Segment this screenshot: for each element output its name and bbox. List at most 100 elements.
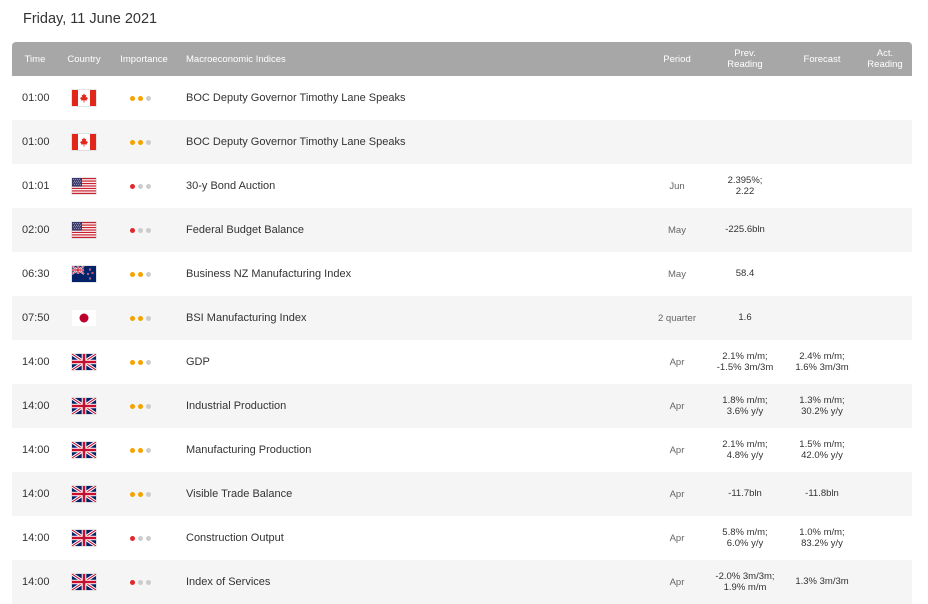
event-time: 14:00 bbox=[22, 356, 50, 368]
event-actual-reading bbox=[862, 472, 908, 516]
table-row[interactable]: 01:00 BOC Deputy Governor Timothy Lane Sp… bbox=[12, 120, 912, 164]
event-forecast bbox=[787, 208, 857, 252]
table-row[interactable]: 14:00 Visible Trade Balance Apr -11.7bln -11… bbox=[12, 472, 912, 516]
event-name[interactable]: 30-y Bond Auction bbox=[186, 164, 626, 208]
header-period: Period bbox=[663, 53, 691, 65]
event-name[interactable]: BSI Manufacturing Index bbox=[186, 296, 626, 340]
event-time: 14:00 bbox=[22, 400, 50, 412]
importance-dot bbox=[146, 579, 151, 585]
event-period: 2 quarter bbox=[657, 312, 697, 324]
table-body: 01:00 BOC Deputy Governor Timothy Lane Sp… bbox=[12, 76, 912, 604]
event-forecast: 1.0% m/m; 83.2% y/y bbox=[799, 526, 845, 550]
table-row[interactable]: 14:00 Industrial Production Apr 1.8% m/m; 3… bbox=[12, 384, 912, 428]
us-flag-icon bbox=[71, 164, 97, 208]
importance-dot bbox=[138, 491, 143, 497]
event-period: May bbox=[668, 268, 686, 280]
table-row[interactable]: 01:00 BOC Deputy Governor Timothy Lane Sp… bbox=[12, 76, 912, 120]
event-prev-reading bbox=[712, 76, 778, 120]
event-prev-reading: 2.395%; 2.22 bbox=[727, 174, 763, 198]
economic-calendar-table: Time Country Importance Macroeconomic In… bbox=[12, 42, 912, 604]
importance-dot bbox=[130, 183, 135, 189]
importance-dot bbox=[146, 227, 151, 233]
importance-indicator bbox=[130, 164, 160, 208]
header-actual-reading: Act. Reading bbox=[867, 48, 903, 70]
importance-dot bbox=[146, 535, 151, 541]
event-name[interactable]: Business NZ Manufacturing Index bbox=[186, 252, 626, 296]
importance-indicator bbox=[130, 560, 160, 604]
event-name[interactable]: GDP bbox=[186, 340, 626, 384]
event-name[interactable]: Index of Services bbox=[186, 560, 626, 604]
importance-dot bbox=[130, 403, 135, 409]
table-row[interactable]: 02:00 Federal Budget Balance May -225.6bln bbox=[12, 208, 912, 252]
event-period bbox=[647, 120, 707, 164]
event-name[interactable]: BOC Deputy Governor Timothy Lane Speaks bbox=[186, 76, 626, 120]
event-actual-reading bbox=[862, 120, 908, 164]
event-actual-reading bbox=[862, 516, 908, 560]
importance-dot bbox=[138, 139, 143, 145]
event-forecast: -11.8bln bbox=[805, 488, 839, 500]
event-name[interactable]: Visible Trade Balance bbox=[186, 472, 626, 516]
importance-dot bbox=[146, 139, 151, 145]
canada-flag-icon bbox=[71, 76, 97, 120]
event-forecast: 2.4% m/m; 1.6% 3m/3m bbox=[795, 350, 849, 374]
importance-dot bbox=[146, 491, 151, 497]
event-prev-reading: 5.8% m/m; 6.0% y/y bbox=[722, 526, 768, 550]
event-time: 01:00 bbox=[22, 92, 50, 104]
event-name[interactable]: BOC Deputy Governor Timothy Lane Speaks bbox=[186, 120, 626, 164]
event-time: 14:00 bbox=[22, 488, 50, 500]
table-row[interactable]: 14:00 Construction Output Apr 5.8% m/m; 6.0… bbox=[12, 516, 912, 560]
table-row[interactable]: 14:00 Manufacturing Production Apr 2.1% m/m… bbox=[12, 428, 912, 472]
date-heading: Friday, 11 June 2021 bbox=[23, 11, 158, 27]
importance-dot bbox=[138, 579, 143, 585]
header-forecast: Forecast bbox=[803, 53, 841, 65]
event-actual-reading bbox=[862, 208, 908, 252]
event-name[interactable]: Industrial Production bbox=[186, 384, 626, 428]
importance-dot bbox=[130, 227, 135, 233]
table-row[interactable]: 07:50 BSI Manufacturing Index 2 quarter 1.6 bbox=[12, 296, 912, 340]
event-period bbox=[647, 76, 707, 120]
importance-indicator bbox=[130, 340, 160, 384]
importance-indicator bbox=[130, 428, 160, 472]
importance-indicator bbox=[130, 76, 160, 120]
event-actual-reading bbox=[862, 76, 908, 120]
new-zealand-flag-icon bbox=[71, 252, 97, 296]
event-forecast bbox=[787, 120, 857, 164]
table-row[interactable]: 01:01 30-y Bond Auction Jun 2.395%; 2.22 bbox=[12, 164, 912, 208]
event-time: 07:50 bbox=[22, 312, 50, 324]
event-name[interactable]: Manufacturing Production bbox=[186, 428, 626, 472]
japan-flag-icon bbox=[71, 296, 97, 340]
event-time: 14:00 bbox=[22, 576, 50, 588]
importance-indicator bbox=[130, 384, 160, 428]
event-name[interactable]: Federal Budget Balance bbox=[186, 208, 626, 252]
event-prev-reading: 1.6 bbox=[738, 312, 752, 324]
table-row[interactable]: 14:00 GDP Apr 2.1% m/m; -1.5% 3m/3m 2.4% m/m… bbox=[12, 340, 912, 384]
importance-dot bbox=[130, 535, 135, 541]
importance-dot bbox=[138, 535, 143, 541]
uk-flag-icon bbox=[71, 384, 97, 428]
uk-flag-icon bbox=[71, 428, 97, 472]
importance-dot bbox=[130, 271, 135, 277]
event-actual-reading bbox=[862, 340, 908, 384]
header-time: Time bbox=[24, 53, 46, 65]
event-name[interactable]: Construction Output bbox=[186, 516, 626, 560]
event-time: 01:00 bbox=[22, 136, 50, 148]
table-row[interactable]: 14:00 Index of Services Apr -2.0% 3m/3m; 1.… bbox=[12, 560, 912, 604]
importance-dot bbox=[138, 403, 143, 409]
event-forecast bbox=[787, 76, 857, 120]
event-prev-reading: -11.7bln bbox=[728, 488, 762, 500]
importance-dot bbox=[138, 227, 143, 233]
uk-flag-icon bbox=[71, 340, 97, 384]
event-forecast bbox=[787, 252, 857, 296]
uk-flag-icon bbox=[71, 472, 97, 516]
event-period: Jun bbox=[669, 180, 685, 192]
importance-dot bbox=[146, 447, 151, 453]
event-actual-reading bbox=[862, 560, 908, 604]
event-actual-reading bbox=[862, 252, 908, 296]
importance-dot bbox=[146, 95, 151, 101]
table-header: Time Country Importance Macroeconomic In… bbox=[12, 42, 912, 76]
us-flag-icon bbox=[71, 208, 97, 252]
importance-dot bbox=[146, 403, 151, 409]
event-prev-reading: 1.8% m/m; 3.6% y/y bbox=[722, 394, 768, 418]
table-row[interactable]: 06:30 Business NZ Manufacturing Index May 5… bbox=[12, 252, 912, 296]
event-period: Apr bbox=[669, 532, 685, 544]
